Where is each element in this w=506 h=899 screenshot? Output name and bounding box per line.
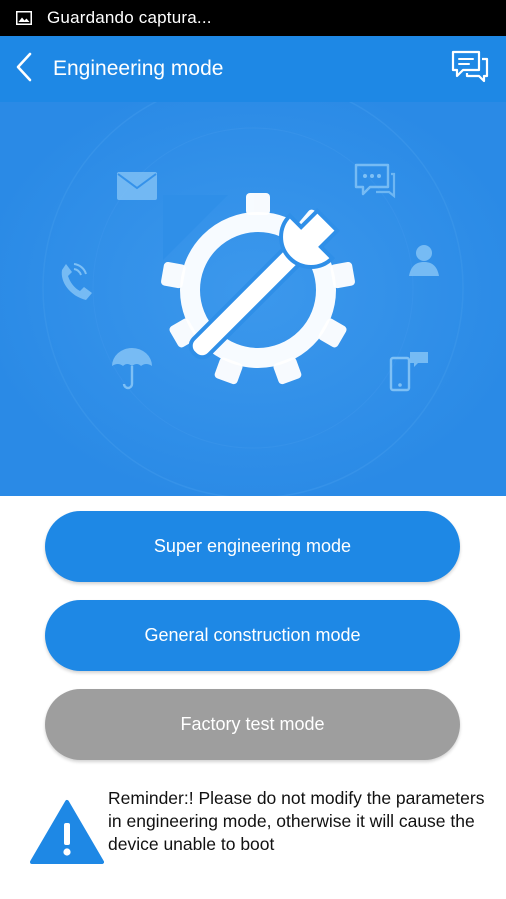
phone-icon <box>56 260 96 309</box>
super-engineering-mode-button[interactable]: Super engineering mode <box>45 511 460 582</box>
reminder: Reminder:! Please do not modify the para… <box>30 787 490 865</box>
warning-triangle-icon <box>30 799 104 865</box>
hero-illustration <box>0 102 506 496</box>
umbrella-icon <box>110 346 154 397</box>
wrench-gear-icon <box>150 190 365 390</box>
factory-test-mode-button[interactable]: Factory test mode <box>45 689 460 760</box>
feedback-button[interactable] <box>450 50 490 88</box>
general-construction-mode-button[interactable]: General construction mode <box>45 600 460 671</box>
person-icon <box>407 242 441 283</box>
back-button[interactable] <box>2 36 46 102</box>
status-text: Guardando captura... <box>47 8 212 27</box>
chat-bubbles-icon <box>450 49 490 90</box>
chevron-left-icon <box>15 52 33 87</box>
envelope-icon <box>116 170 158 207</box>
chat-bubble-icon <box>354 162 396 207</box>
page-title: Engineering mode <box>53 57 224 80</box>
reminder-text: Reminder:! Please do not modify the para… <box>108 788 485 854</box>
app-bar: Engineering mode <box>0 36 506 102</box>
mobile-message-icon <box>388 350 432 399</box>
status-bar: Guardando captura... <box>0 0 506 36</box>
image-icon <box>16 11 32 25</box>
